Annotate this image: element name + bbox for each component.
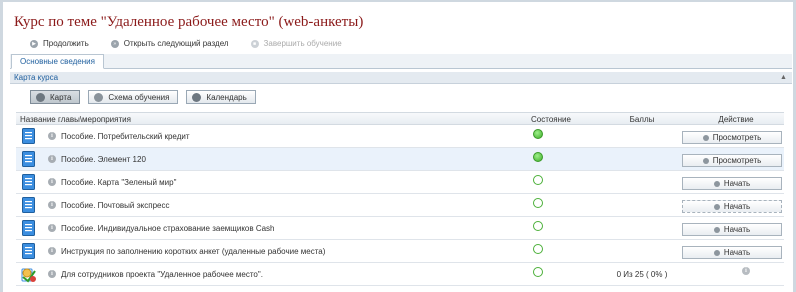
- document-icon: [22, 220, 35, 236]
- status-not-started-icon: [533, 198, 543, 208]
- view-button-label: Просмотреть: [712, 133, 762, 142]
- view-button[interactable]: Просмотреть: [682, 131, 782, 144]
- table-row[interactable]: i Пособие. Потребительский кредит Просмо…: [16, 125, 784, 148]
- info-icon[interactable]: i: [48, 155, 56, 163]
- start-button[interactable]: Начать: [682, 223, 782, 236]
- status-not-started-icon: [533, 221, 543, 231]
- course-table: Название главы\мероприятия Состояние Бал…: [16, 112, 784, 286]
- start-button-label: Начать: [723, 248, 751, 257]
- row-name: Инструкция по заполнению коротких анкет …: [61, 247, 326, 256]
- finish-label: Завершить обучение: [263, 39, 342, 48]
- finish-training-button: ■ Завершить обучение: [250, 39, 342, 48]
- calendar-view-label: Календарь: [206, 92, 247, 102]
- continue-button[interactable]: ▶ Продолжить: [30, 39, 89, 48]
- status-not-started-icon: [533, 244, 543, 254]
- map-icon: [36, 92, 45, 102]
- scheme-icon: [94, 92, 104, 102]
- play-icon: [702, 134, 709, 141]
- map-view-button[interactable]: Карта: [30, 90, 81, 104]
- course-title: Курс по теме "Удаленное рабочее место" (…: [14, 14, 364, 30]
- table-row[interactable]: i Пособие. Почтовый экспресс Начать: [16, 194, 784, 217]
- row-score: 0 Из 25 ( 0% ): [616, 270, 668, 279]
- status-not-started-icon: [533, 175, 543, 185]
- info-icon[interactable]: i: [48, 247, 56, 255]
- start-button[interactable]: Начать: [682, 200, 782, 213]
- info-icon[interactable]: i: [48, 178, 56, 186]
- table-row[interactable]: i Пособие. Элемент 120 Просмотреть: [16, 148, 784, 171]
- start-button-label: Начать: [723, 202, 751, 211]
- view-switcher: Карта Схема обучения Календарь: [30, 90, 256, 104]
- row-name: Пособие. Почтовый экспресс: [61, 201, 170, 210]
- open-next-section-button[interactable]: » Открыть следующий раздел: [110, 39, 229, 48]
- map-view-label: Карта: [50, 92, 72, 102]
- start-button[interactable]: Начать: [682, 246, 782, 259]
- status-completed-icon: [533, 152, 543, 162]
- play-icon: ▶: [30, 39, 38, 48]
- table-header: Название главы\мероприятия Состояние Бал…: [16, 112, 784, 125]
- row-name: Для сотрудников проекта "Удаленное рабоч…: [61, 270, 263, 279]
- info-icon[interactable]: i: [48, 224, 56, 232]
- info-icon[interactable]: i: [742, 267, 750, 275]
- column-action-header: Действие: [718, 115, 754, 124]
- tab-bar: Основные сведения: [10, 54, 792, 69]
- table-row[interactable]: i Пособие. Карта "Зеленый мир" Начать: [16, 171, 784, 194]
- row-name: Пособие. Карта "Зеленый мир": [61, 178, 177, 187]
- row-name: Пособие. Элемент 120: [61, 155, 146, 164]
- info-icon[interactable]: i: [48, 201, 56, 209]
- collapse-icon[interactable]: ▲: [779, 73, 788, 82]
- test-group-icon: [21, 268, 36, 283]
- start-button-label: Начать: [723, 179, 751, 188]
- row-name: Пособие. Потребительский кредит: [61, 132, 190, 141]
- open-next-label: Открыть следующий раздел: [123, 39, 229, 48]
- document-icon: [22, 197, 35, 213]
- status-completed-icon: [533, 129, 543, 139]
- calendar-icon: [192, 92, 202, 102]
- play-icon: [713, 249, 720, 256]
- course-toolbar: ▶ Продолжить » Открыть следующий раздел …: [10, 36, 786, 51]
- course-map-panel-header: Карта курса ▲: [10, 72, 792, 84]
- table-row[interactable]: i Пособие. Индивидуальное страхование за…: [16, 217, 784, 240]
- tab-main-info[interactable]: Основные сведения: [11, 54, 104, 69]
- calendar-view-button[interactable]: Календарь: [186, 90, 256, 104]
- play-icon: [713, 180, 720, 187]
- play-icon: [713, 226, 720, 233]
- column-score-header: Баллы: [629, 115, 655, 124]
- document-icon: [22, 151, 35, 167]
- panel-title: Карта курса: [14, 73, 59, 82]
- column-state-header: Состояние: [531, 115, 571, 124]
- table-row[interactable]: i Инструкция по заполнению коротких анке…: [16, 240, 784, 263]
- start-button-label: Начать: [723, 225, 751, 234]
- view-button[interactable]: Просмотреть: [682, 154, 782, 167]
- continue-label: Продолжить: [43, 39, 89, 48]
- document-icon: [22, 174, 35, 190]
- document-icon: [22, 243, 35, 259]
- scheme-view-label: Схема обучения: [108, 92, 170, 102]
- play-icon: [713, 203, 720, 210]
- stop-icon: ■: [250, 39, 259, 48]
- view-button-label: Просмотреть: [712, 156, 762, 165]
- info-icon[interactable]: i: [48, 270, 56, 278]
- status-not-started-icon: [533, 267, 543, 277]
- info-icon[interactable]: i: [48, 132, 56, 140]
- document-icon: [22, 128, 35, 144]
- scheme-view-button[interactable]: Схема обучения: [88, 90, 179, 104]
- column-name-header: Название главы\мероприятия: [20, 115, 131, 124]
- start-button[interactable]: Начать: [682, 177, 782, 190]
- table-row[interactable]: i Для сотрудников проекта "Удаленное раб…: [16, 263, 784, 286]
- play-icon: [702, 157, 709, 164]
- forward-icon: »: [110, 39, 119, 48]
- row-name: Пособие. Индивидуальное страхование заем…: [61, 224, 275, 233]
